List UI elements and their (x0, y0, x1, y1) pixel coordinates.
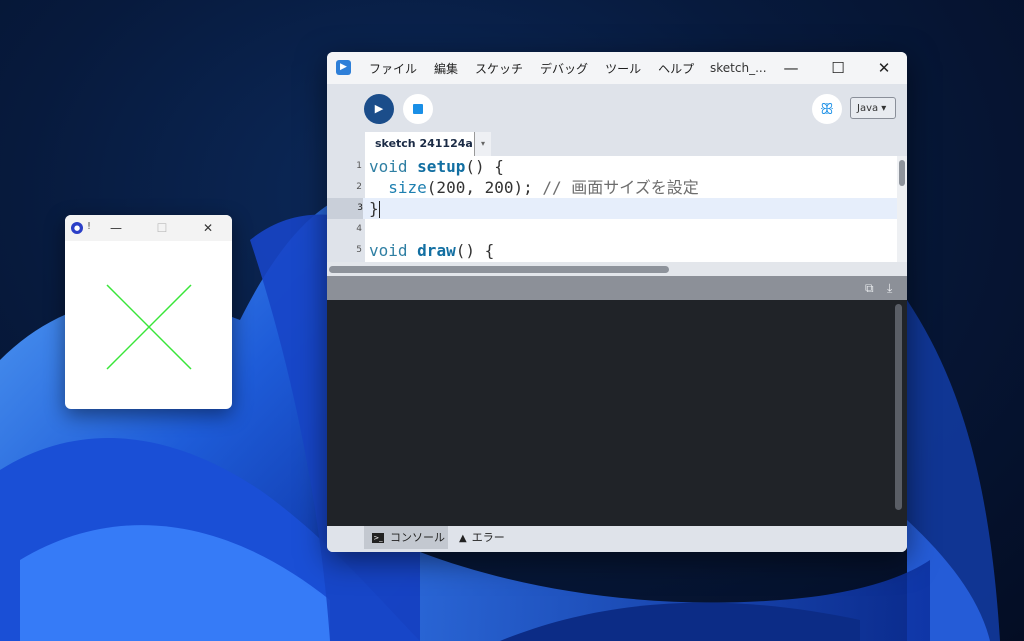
stop-button[interactable] (403, 94, 433, 124)
clear-console-icon[interactable]: ⤓ (887, 281, 892, 296)
tab-console[interactable]: >_ コンソール (364, 526, 448, 549)
code-line[interactable]: 5 void draw() { (327, 240, 897, 261)
butterfly-icon: ꕥ (820, 100, 834, 118)
window-title: sketch_... (710, 61, 767, 75)
console-tab-label: コンソール (390, 531, 445, 544)
menu-sketch[interactable]: スケッチ (475, 60, 523, 77)
maximize-icon[interactable]: ☐ (818, 52, 858, 84)
line-number: 4 (356, 224, 362, 234)
console-scrollbar[interactable] (895, 304, 902, 510)
menu-edit[interactable]: 編集 (434, 60, 458, 77)
code-text: } (369, 199, 380, 218)
debugger-button[interactable]: ꕥ (812, 94, 842, 124)
code-line[interactable]: 3} (327, 198, 897, 219)
console-output[interactable] (327, 300, 907, 526)
line-number: 2 (356, 182, 362, 192)
sketch-window-title: ! (87, 221, 92, 232)
terminal-icon: >_ (372, 533, 384, 543)
minimize-icon[interactable]: — (771, 52, 811, 84)
text-caret (378, 201, 380, 218)
play-icon: ▶ (374, 102, 384, 115)
code-line[interactable]: 1 void setup() { (327, 156, 897, 177)
console-header: ⧉ ⤓ (327, 276, 907, 300)
tab-sketch[interactable]: sketch 241124a (365, 132, 474, 156)
code-text: void setup() { (369, 157, 504, 176)
error-tab-label: エラー (471, 531, 505, 544)
menu-file[interactable]: ファイル (369, 60, 417, 77)
tab-errors[interactable]: ▲ エラー (451, 526, 521, 549)
sketch-window-titlebar[interactable]: ● ! — ☐ ✕ (65, 215, 232, 241)
copy-icon[interactable]: ⧉ (865, 281, 874, 296)
maximize-icon[interactable]: ☐ (151, 219, 173, 237)
menu-help[interactable]: ヘルプ (658, 60, 694, 77)
processing-logo-icon: ▶ (336, 60, 351, 75)
menu-bar: ▶ ファイル 編集 スケッチ デバッグ ツール ヘルプ sketch_... —… (327, 52, 907, 84)
sketch-output-window: ● ! — ☐ ✕ (65, 215, 232, 409)
tab-bar: sketch 241124a ▾ (327, 132, 907, 156)
scroll-thumb[interactable] (329, 266, 669, 273)
mode-selector[interactable]: Java ▾ (850, 97, 896, 119)
editor-vertical-scrollbar[interactable] (897, 156, 907, 262)
scroll-thumb[interactable] (899, 160, 905, 186)
tab-menu-dropdown[interactable]: ▾ (474, 132, 491, 156)
code-text: size(200, 200); // 画面サイズを設定 (388, 178, 699, 197)
line-number: 3 (327, 198, 363, 219)
editor-horizontal-scrollbar[interactable] (327, 262, 907, 276)
stop-icon (413, 104, 423, 114)
menu-debug[interactable]: デバッグ (540, 60, 588, 77)
warning-icon: ▲ (459, 533, 467, 544)
code-line[interactable]: 4 (327, 219, 897, 240)
line-number: 1 (356, 161, 362, 171)
processing-app-icon: ● (71, 222, 83, 234)
minimize-icon[interactable]: — (105, 219, 127, 237)
main-menu: ファイル 編集 スケッチ デバッグ ツール ヘルプ (369, 52, 711, 84)
code-line[interactable]: 2 size(200, 200); // 画面サイズを設定 (327, 177, 897, 198)
code-text: void draw() { (369, 241, 495, 260)
sketch-canvas (106, 284, 192, 370)
processing-ide-window: ▶ ファイル 編集 スケッチ デバッグ ツール ヘルプ sketch_... —… (327, 52, 907, 552)
close-icon[interactable]: ✕ (864, 52, 904, 84)
toolbar: ▶ ꕥ Java ▾ (327, 84, 907, 132)
menu-tools[interactable]: ツール (605, 60, 641, 77)
code-editor[interactable]: 1 void setup() {2 size(200, 200); // 画面サイ… (327, 156, 897, 262)
close-icon[interactable]: ✕ (197, 219, 219, 237)
console-tabs: >_ コンソール ▲ エラー (327, 526, 907, 552)
run-button[interactable]: ▶ (364, 94, 394, 124)
line-number: 5 (356, 245, 362, 255)
